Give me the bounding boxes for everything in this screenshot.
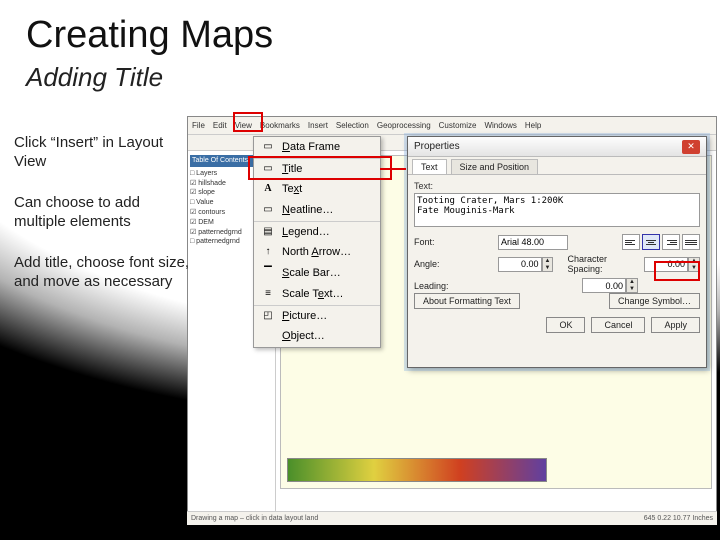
menu-item-label: Neatline… <box>282 204 333 216</box>
menu-item-icon: A <box>260 182 276 196</box>
map-imagery <box>287 458 547 482</box>
menu-insert[interactable]: Insert <box>308 121 328 130</box>
slide-para-2: Can choose to add multiple elements <box>14 194 194 232</box>
menu-item-icon: ▭ <box>260 203 276 217</box>
insert-menu-item[interactable]: Object… <box>254 326 380 347</box>
highlight-align-buttons <box>654 261 700 281</box>
menu-customize[interactable]: Customize <box>439 121 477 130</box>
statusbar: Drawing a map – click in data layout lan… <box>187 511 717 525</box>
menu-item-label: Scale Bar… <box>282 267 341 279</box>
menu-item-label: Picture… <box>282 310 327 322</box>
text-label: Text: <box>414 181 700 191</box>
status-right: 645 0.22 10.77 Inches <box>644 515 713 522</box>
properties-dialog[interactable]: Properties ✕ Text Size and Position Text… <box>407 136 707 368</box>
status-left: Drawing a map – click in data layout lan… <box>191 515 318 522</box>
menu-item-icon: ▔ <box>260 266 276 280</box>
menu-item-icon: ◰ <box>260 309 276 323</box>
menu-windows[interactable]: Windows <box>484 121 516 130</box>
insert-menu-item[interactable]: ▤ Legend… <box>254 221 380 242</box>
menu-bookmarks[interactable]: Bookmarks <box>260 121 300 130</box>
insert-menu-item[interactable]: ▭ Data Frame <box>254 137 380 158</box>
menubar[interactable]: File Edit View Bookmarks Insert Selectio… <box>188 117 716 135</box>
align-left-icon[interactable] <box>622 234 640 250</box>
leading-label: Leading: <box>414 281 582 291</box>
tab-text[interactable]: Text <box>412 159 447 174</box>
menu-item-icon: ▭ <box>260 140 276 154</box>
slide-para-1: Click “Insert” in Layout View <box>14 134 194 172</box>
menu-item-label: Object… <box>282 330 325 342</box>
menu-item-icon: ≡ <box>260 287 276 301</box>
slide-title: Creating Maps <box>26 14 273 57</box>
cancel-button[interactable]: Cancel <box>591 317 645 333</box>
insert-menu-item[interactable]: ▔ Scale Bar… <box>254 263 380 284</box>
menu-item-icon: ↑ <box>260 245 276 259</box>
angle-label: Angle: <box>414 259 498 269</box>
align-right-icon[interactable] <box>662 234 680 250</box>
menu-item-label: Scale Text… <box>282 288 344 300</box>
font-value <box>498 235 568 250</box>
angle-input[interactable] <box>498 257 542 272</box>
menu-item-icon: ▤ <box>260 225 276 239</box>
menu-selection[interactable]: Selection <box>336 121 369 130</box>
menu-geoprocessing[interactable]: Geoprocessing <box>377 121 431 130</box>
leading-input[interactable] <box>582 278 626 293</box>
highlight-insert-menu <box>233 112 263 132</box>
insert-menu-item[interactable]: ↑ North Arrow… <box>254 242 380 263</box>
angle-spinner[interactable]: ▲▼ <box>542 257 554 272</box>
slide-para-3: Add title, choose font size, and move as… <box>14 254 194 292</box>
menu-item-label: North Arrow… <box>282 246 351 258</box>
close-icon[interactable]: ✕ <box>682 140 700 154</box>
about-formatting-button[interactable]: About Formatting Text <box>414 293 520 309</box>
menu-item-label: Legend… <box>282 226 330 238</box>
highlight-title-item <box>248 156 392 180</box>
tab-size-position[interactable]: Size and Position <box>451 159 539 174</box>
insert-menu-item[interactable]: ▭ Neatline… <box>254 200 380 221</box>
align-center-icon[interactable] <box>642 234 660 250</box>
align-group <box>622 234 700 250</box>
highlight-connector <box>380 168 406 170</box>
menu-item-label: Data Frame <box>282 141 340 153</box>
apply-button[interactable]: Apply <box>651 317 700 333</box>
leading-spinner[interactable]: ▲▼ <box>626 278 638 293</box>
menu-file[interactable]: File <box>192 121 205 130</box>
charspacing-label: Character Spacing: <box>567 254 644 274</box>
insert-menu-item[interactable]: A Text <box>254 179 380 200</box>
font-label: Font: <box>414 237 498 247</box>
align-justify-icon[interactable] <box>682 234 700 250</box>
menu-help[interactable]: Help <box>525 121 541 130</box>
dialog-title: Properties <box>414 141 460 152</box>
change-symbol-button[interactable]: Change Symbol… <box>609 293 700 309</box>
ok-button[interactable]: OK <box>546 317 585 333</box>
slide-subtitle: Adding Title <box>26 62 163 93</box>
menu-item-icon <box>260 329 276 343</box>
menu-edit[interactable]: Edit <box>213 121 227 130</box>
insert-menu-item[interactable]: ◰ Picture… <box>254 305 380 326</box>
text-input[interactable] <box>414 193 700 227</box>
menu-item-label: Text <box>282 183 302 195</box>
insert-menu-item[interactable]: ≡ Scale Text… <box>254 284 380 305</box>
